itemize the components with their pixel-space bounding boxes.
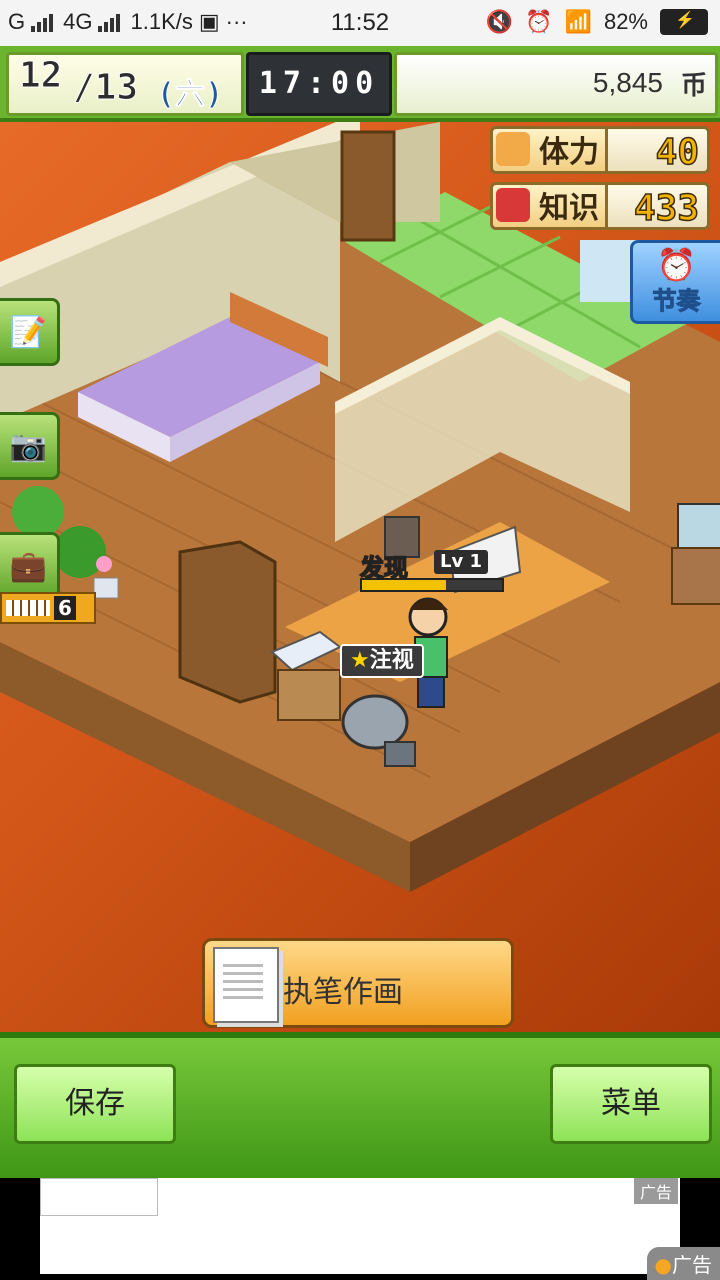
counter-bars <box>6 600 50 616</box>
write-draw-label: 执笔作画 <box>283 975 403 1010</box>
currency-icon: 币 <box>680 71 707 101</box>
level-prefix: Lv <box>440 551 464 572</box>
character-status: 发现 Lv 1 <box>359 548 510 592</box>
alarm-clock-icon: ⏰ <box>656 246 697 284</box>
ad-banner[interactable]: 广告 <box>40 1178 680 1274</box>
experience-bar <box>360 578 504 592</box>
fish-tank <box>677 503 720 549</box>
game-clock: 17:00 <box>246 52 392 116</box>
item-counter: 6 <box>0 592 96 624</box>
muscle-icon <box>496 132 530 166</box>
briefcase-icon: 💼 <box>9 548 48 584</box>
mute-icon: 🔇 <box>485 9 514 34</box>
schedule-button[interactable]: ⏰ 节奏 <box>630 240 720 324</box>
star-icon: ★ <box>350 648 370 673</box>
save-button[interactable]: 保存 <box>14 1064 176 1144</box>
wardrobe <box>178 540 277 704</box>
bottom-bar: 保存 菜单 <box>0 1032 720 1178</box>
money-display: 5,845 币 <box>394 52 718 116</box>
date-month: 12 <box>18 55 63 97</box>
write-draw-button[interactable]: 执笔作画 <box>202 938 514 1028</box>
ad-image-placeholder <box>40 1178 158 1216</box>
manuscript-icon <box>213 947 279 1023</box>
camera-button[interactable]: 📷 <box>0 412 60 480</box>
status-bar: G 4G 1.1K/s ▣ ··· 11:52 🔇 ⏰ 📶 82% <box>0 0 720 46</box>
date-day: /13 <box>72 67 139 109</box>
date-display: 12 /13 (六) <box>6 52 244 116</box>
battery-percent: 82% <box>603 9 648 34</box>
game-scene[interactable]: 体力 40 知识 433 ⏰ 节奏 📝 📷 💼 6 发现 Lv 1 ★注视 执笔… <box>0 122 720 1032</box>
top-hud: 12 /13 (六) 17:00 5,845 币 <box>0 46 720 122</box>
book-icon <box>496 188 530 222</box>
menu-button[interactable]: 菜单 <box>550 1064 712 1144</box>
knowledge-value: 433 <box>608 182 710 230</box>
ad-tag: 广告 <box>633 1178 678 1204</box>
ad-logo-text: 广告 <box>672 1253 712 1277</box>
briefcase-button[interactable]: 💼 <box>0 532 60 600</box>
date-weekday: (六) <box>156 77 224 113</box>
wifi-icon: 📶 <box>564 9 592 34</box>
experience-fill <box>362 580 446 590</box>
desk-body <box>277 669 341 721</box>
ad-banner-area: 广告 ●广告 <box>0 1178 720 1280</box>
stamina-value: 40 <box>608 126 710 174</box>
camera-icon: 📷 <box>9 428 48 464</box>
alarm-icon: ⏰ <box>525 9 553 34</box>
level-badge: Lv 1 <box>434 550 489 574</box>
tank-stand <box>671 547 720 605</box>
ad-logo-icon: ● <box>654 1253 672 1277</box>
ad-logo: ●广告 <box>646 1247 720 1280</box>
door <box>340 130 396 242</box>
schedule-label: 节奏 <box>652 287 701 316</box>
edit-button[interactable]: 📝 <box>0 298 60 366</box>
notepad-icon: 📝 <box>9 314 48 350</box>
money-amount: 5,845 <box>592 67 663 98</box>
focus-badge[interactable]: ★注视 <box>340 644 424 678</box>
battery-icon <box>660 9 708 35</box>
counter-number: 6 <box>54 596 76 620</box>
level-number: 1 <box>469 551 483 572</box>
focus-label: 注视 <box>369 648 414 673</box>
